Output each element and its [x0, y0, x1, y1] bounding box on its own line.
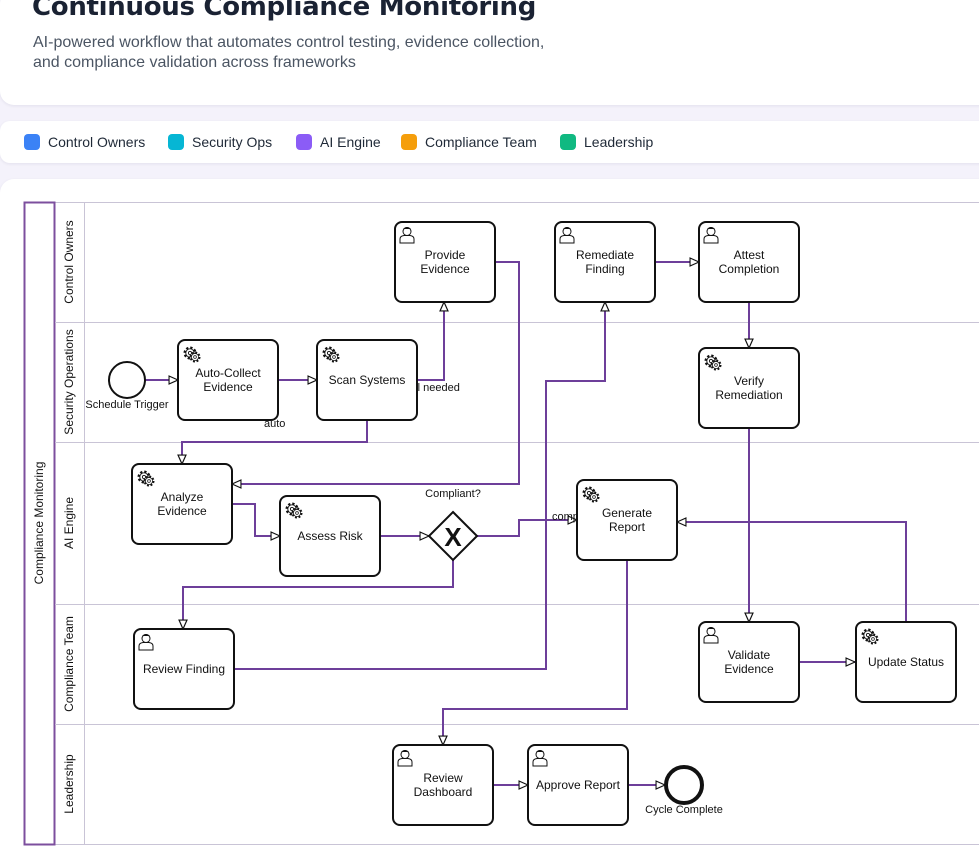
bpmn-diagram: Compliance Monitoring Control Owners Sec… — [23, 201, 979, 846]
task-label: Evidence — [724, 662, 774, 676]
lane-label-compliance-team: Compliance Team — [62, 616, 76, 712]
flow-scan-to-provide-evidence — [417, 302, 444, 381]
task-review-dashboard[interactable]: ReviewDashboard — [392, 744, 494, 826]
task-label: Finding — [585, 262, 624, 276]
task-assess-risk[interactable]: Assess Risk — [279, 495, 381, 577]
task-label: Remediate — [576, 248, 634, 262]
lane-label-control-owners: Control Owners — [62, 220, 76, 303]
task-label: Assess Risk — [297, 529, 363, 543]
task-review-finding[interactable]: Review Finding — [133, 628, 235, 710]
task-label: Update Status — [868, 655, 944, 669]
gateway-marker: X — [444, 522, 462, 552]
task-auto-collect-evidence[interactable]: Auto-CollectEvidence — [177, 339, 279, 421]
task-approve-report[interactable]: Approve Report — [527, 744, 629, 826]
task-label: Verify — [734, 374, 764, 388]
task-label: Evidence — [420, 262, 470, 276]
lane-label-ai-engine: AI Engine — [62, 497, 76, 549]
gear-icon — [328, 351, 340, 363]
task-label: Evidence — [157, 504, 207, 518]
task-label: Scan Systems — [329, 373, 406, 387]
flow-review-finding-to-remediate — [234, 302, 605, 670]
exclusive-gateway[interactable]: X Compliant? — [425, 488, 481, 562]
start-event-label: Schedule Trigger — [85, 399, 168, 411]
gear-icon — [867, 633, 879, 645]
task-label: Completion — [719, 262, 780, 276]
task-remediate-finding[interactable]: RemediateFinding — [554, 221, 656, 303]
task-label: Analyze — [161, 490, 204, 504]
end-event[interactable]: Cycle Complete — [645, 765, 723, 816]
task-label: Provide — [425, 248, 466, 262]
lane-label-security-operations: Security Operations — [62, 329, 76, 434]
task-analyze-evidence[interactable]: AnalyzeEvidence — [131, 463, 233, 545]
task-label: Report — [609, 520, 646, 534]
task-label: Review Finding — [143, 662, 225, 676]
task-provide-evidence[interactable]: ProvideEvidence — [394, 221, 496, 303]
task-validate-evidence[interactable]: ValidateEvidence — [698, 621, 800, 703]
task-label: Auto-Collect — [195, 366, 261, 380]
task-label: Approve Report — [536, 778, 621, 792]
flow-analyze-to-assess — [232, 503, 280, 536]
gear-icon — [710, 359, 722, 371]
task-label: Remediation — [715, 388, 782, 402]
task-label: Dashboard — [414, 785, 473, 799]
task-update-status[interactable]: Update Status — [855, 621, 957, 703]
end-event-label: Cycle Complete — [645, 804, 723, 816]
task-verify-remediation[interactable]: VerifyRemediation — [698, 347, 800, 429]
task-label: Generate — [602, 506, 652, 520]
gear-icon — [189, 351, 201, 363]
lane-label-leadership: Leadership — [62, 754, 76, 814]
task-label: Evidence — [203, 380, 253, 394]
task-label: Validate — [728, 648, 771, 662]
task-label: Review — [423, 771, 463, 785]
gear-icon — [588, 491, 600, 503]
gateway-label: Compliant? — [425, 488, 481, 500]
task-scan-systems[interactable]: Scan Systems — [316, 339, 418, 421]
task-attest-completion[interactable]: AttestCompletion — [698, 221, 800, 303]
pool-label: Compliance Monitoring — [32, 462, 46, 585]
gear-icon — [291, 507, 303, 519]
flow-update-to-report — [677, 522, 907, 622]
task-generate-report[interactable]: GenerateReport — [576, 479, 678, 561]
flow-report-to-dashboard — [443, 560, 628, 745]
start-event[interactable]: Schedule Trigger — [85, 361, 169, 411]
task-label: Attest — [734, 248, 765, 262]
gear-icon — [143, 475, 155, 487]
